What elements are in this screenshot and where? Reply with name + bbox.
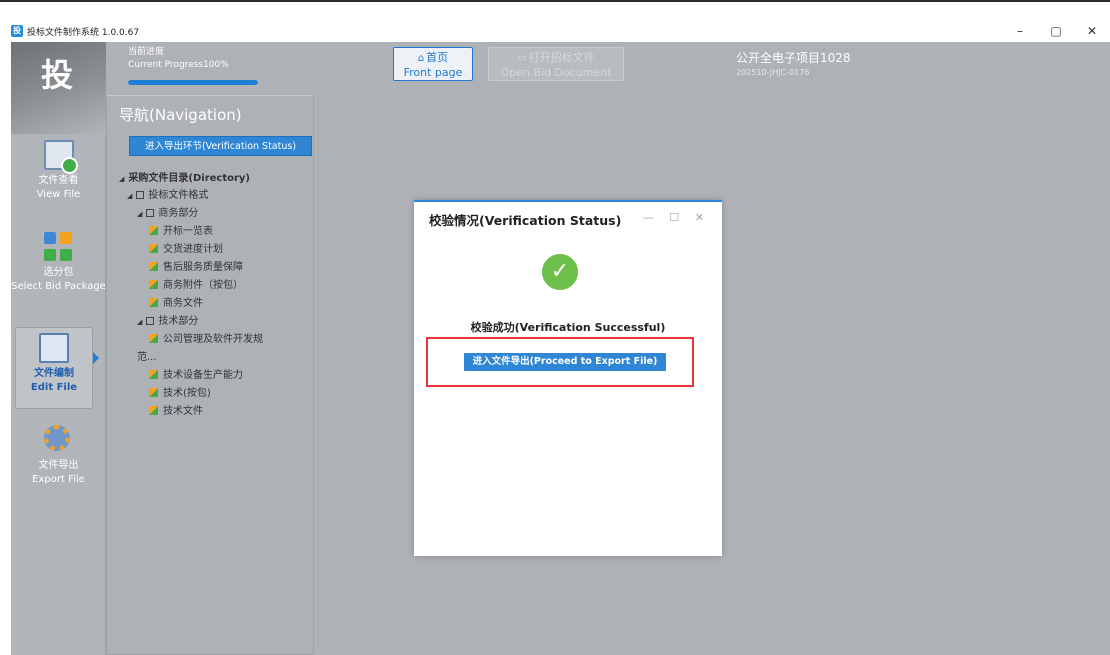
checkbox-icon[interactable] [146, 317, 155, 325]
tree-item-file[interactable]: 开标一览表 [149, 225, 213, 239]
folder-open-icon: ▭ [517, 53, 527, 64]
tree-item-label: 采购文件目录(Directory) [128, 173, 251, 184]
progress-label-cn: 当前进度 [128, 47, 165, 57]
sidebar-item-label-cn: 文件编制 [34, 368, 74, 379]
sidebar-item-select-bid-package[interactable]: 选分包 Select Bid Package [11, 232, 106, 294]
tree-item-label: 交货进度计划 [163, 244, 223, 255]
home-icon: ⌂ [417, 53, 425, 64]
checkbox-icon[interactable] [146, 209, 155, 217]
tree-item-business[interactable]: ◢ 商务部分 [137, 207, 198, 221]
sidebar-item-label-en: Export File [32, 474, 85, 485]
progress-bar [128, 80, 258, 85]
file-icon [149, 334, 158, 343]
package-grid-icon [43, 232, 74, 262]
file-icon [149, 388, 158, 397]
success-check-icon: ✓ [542, 254, 578, 290]
checkbox-icon[interactable] [136, 191, 145, 199]
window-title: 投标文件制作系统 1.0.0.67 [27, 27, 140, 38]
app-logo-icon: 投 [11, 25, 23, 37]
sidebar: 投 文件查看 View File 选分包 Select Bid Package … [11, 42, 106, 655]
tree-item-label: 售后服务质量保障 [163, 262, 243, 273]
title-bar: 投 投标文件制作系统 1.0.0.67 – ▢ ✕ [0, 20, 1110, 42]
navigation-panel: 导航(Navigation) 进入导出环节(Verification Statu… [106, 95, 314, 655]
sidebar-item-label-cn: 选分包 [43, 267, 74, 278]
sidebar-item-label-cn: 文件查看 [38, 175, 79, 186]
tree-item-label: 商务部分 [158, 208, 199, 219]
success-message: 校验成功(Verification Successful) [470, 321, 666, 334]
maximize-icon[interactable]: ▢ [1038, 20, 1074, 42]
edit-file-icon [39, 333, 69, 363]
file-icon [149, 226, 158, 235]
tree-item-file[interactable]: 商务文件 [149, 297, 203, 311]
export-gear-icon [43, 425, 74, 455]
tree-item-label: 投标文件格式 [148, 190, 209, 201]
front-page-label-cn: 首页 [426, 51, 449, 64]
tree-item-label: 商务文件 [163, 298, 203, 309]
tree-item-label: 开标一览表 [163, 226, 213, 237]
expand-icon: ◢ [127, 192, 133, 200]
tree-item-file[interactable]: 交货进度计划 [149, 243, 223, 257]
tree-item-label: 公司管理及软件开发规 [163, 334, 263, 345]
expand-icon: ◢ [137, 318, 143, 326]
file-icon [149, 262, 158, 271]
open-bid-document-button[interactable]: ▭ 打开招标文件 Open Bid Document [488, 47, 624, 81]
file-icon [149, 244, 158, 253]
sidebar-item-label-cn: 文件导出 [38, 460, 79, 471]
file-icon [149, 298, 158, 307]
tree-item-label: 技术设备生产能力 [163, 370, 243, 381]
tree-item-label: 商务附件（按包） [163, 280, 243, 291]
top-border [0, 0, 1110, 2]
tree-item-label: 技术文件 [163, 406, 203, 417]
file-icon [149, 280, 158, 289]
expand-icon: ◢ [119, 175, 125, 183]
sidebar-item-view-file[interactable]: 文件查看 View File [11, 140, 106, 202]
dialog-window-controls[interactable]: — ☐ ✕ [643, 211, 710, 224]
tree-item-file[interactable]: 公司管理及软件开发规 [149, 333, 263, 347]
navigation-title: 导航(Navigation) [119, 106, 242, 124]
sidebar-item-label-en: Select Bid Package [11, 281, 106, 292]
logo-block: 投 [11, 42, 106, 134]
tree-item-file[interactable]: 技术设备生产能力 [149, 369, 243, 383]
dialog-title: 校验情况(Verification Status) [429, 213, 622, 228]
tree-item-file-continued[interactable]: 范... [137, 351, 157, 365]
tree-item-bid-format[interactable]: ◢ 投标文件格式 [127, 189, 208, 203]
progress-label-en: Current Progress100% [128, 60, 229, 70]
file-icon [149, 370, 158, 379]
tree-item-file[interactable]: 售后服务质量保障 [149, 261, 243, 275]
minimize-icon[interactable]: – [1002, 20, 1038, 42]
sidebar-item-label-en: Edit File [30, 382, 78, 393]
tree-item-file[interactable]: 技术(按包) [149, 387, 211, 401]
project-name: 公开全电子项目1028 [736, 51, 851, 65]
tree-item-label: 技术(按包) [163, 388, 211, 399]
tree-item-file[interactable]: 商务附件（按包） [149, 279, 243, 293]
tree-item-label: 范... [137, 352, 157, 363]
tree-item-label: 技术部分 [158, 316, 199, 327]
front-page-label-en: Front page [403, 66, 463, 79]
sidebar-item-edit-file[interactable]: 文件编制 Edit File [15, 327, 93, 409]
enter-export-button[interactable]: 进入导出环节(Verification Status) [129, 136, 312, 156]
active-indicator-icon [93, 352, 99, 364]
sidebar-item-export-file[interactable]: 文件导出 Export File [11, 425, 106, 487]
app-logo: 投 [41, 56, 74, 94]
sidebar-item-label-en: View File [36, 189, 81, 200]
tree-item-technical[interactable]: ◢ 技术部分 [137, 315, 198, 329]
tree-item-file[interactable]: 技术文件 [149, 405, 203, 419]
view-file-icon [43, 140, 78, 174]
file-icon [149, 406, 158, 415]
project-code: 202510-JHJC-0176 [736, 68, 810, 77]
proceed-to-export-button[interactable]: 进入文件导出(Proceed to Export File) [464, 353, 666, 371]
window-controls: – ▢ ✕ [1002, 20, 1110, 42]
open-bid-label-en: Open Bid Document [500, 66, 612, 79]
expand-icon: ◢ [137, 210, 143, 218]
progress-label: 当前进度 Current Progress100% [128, 46, 229, 72]
open-bid-label-cn: 打开招标文件 [528, 51, 595, 64]
header: 当前进度 Current Progress100% ⌂ 首页 Front page… [106, 42, 1110, 95]
front-page-button[interactable]: ⌂ 首页 Front page [393, 47, 473, 81]
tree-item-directory[interactable]: ◢ 采购文件目录(Directory) [119, 172, 250, 186]
progress-fill [128, 80, 258, 85]
verification-status-dialog: 校验情况(Verification Status) — ☐ ✕ ✓ 校验成功(V… [414, 200, 722, 556]
close-icon[interactable]: ✕ [1074, 20, 1110, 42]
